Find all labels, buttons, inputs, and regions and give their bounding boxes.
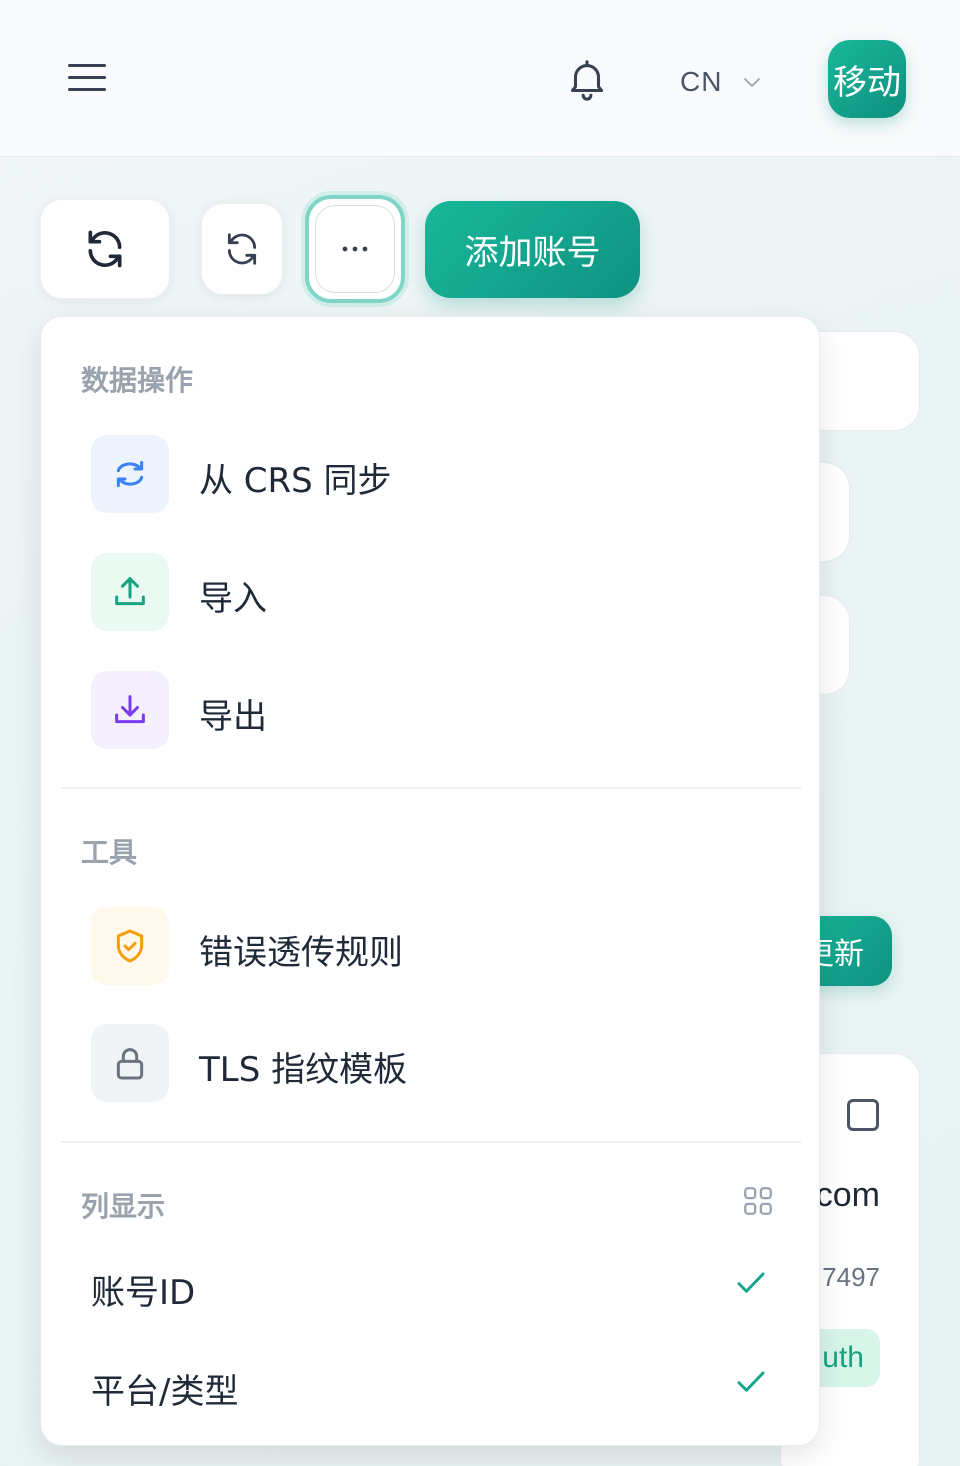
- section-title-columns: 列显示: [81, 1190, 166, 1223]
- menu-label: TLS 指纹模板: [199, 1050, 408, 1090]
- column-toggle-platform-type[interactable]: 平台/类型: [61, 1344, 801, 1434]
- checkmark-icon: [737, 1272, 765, 1293]
- ellipsis-icon: [342, 246, 368, 252]
- more-actions-dropdown: 数据操作 从 CRS 同步 导入 导出 工具 错误透传规则 TLS 指纹模板 列…: [40, 316, 820, 1446]
- refresh-icon: [88, 230, 122, 268]
- more-actions-button[interactable]: [305, 195, 405, 303]
- avatar[interactable]: 移动: [828, 40, 906, 118]
- refresh-button[interactable]: [40, 199, 170, 299]
- section-title-tools: 工具: [81, 836, 138, 869]
- column-label: 平台/类型: [91, 1372, 239, 1412]
- shield-check-icon: [91, 907, 169, 985]
- menu-divider: [61, 1141, 801, 1143]
- more-actions-inner: [315, 205, 395, 293]
- menu-label: 从 CRS 同步: [199, 461, 392, 501]
- top-bar: CN 移动: [0, 0, 960, 157]
- menu-label: 导入: [199, 579, 267, 619]
- menu-label: 错误透传规则: [199, 933, 403, 973]
- add-account-button[interactable]: 添加账号: [425, 201, 640, 298]
- checkmark-icon: [737, 1371, 765, 1392]
- auto-refresh-button[interactable]: [201, 203, 283, 295]
- menu-divider: [61, 787, 801, 789]
- upload-icon: [91, 553, 169, 631]
- menu-label: 导出: [199, 697, 267, 737]
- column-toggle-account-id[interactable]: 账号ID: [61, 1245, 801, 1335]
- sync-icon: [91, 435, 169, 513]
- lock-icon: [91, 1024, 169, 1102]
- menu-item-import[interactable]: 导入: [61, 543, 801, 643]
- row-checkbox[interactable]: [847, 1099, 879, 1131]
- hamburger-menu-icon[interactable]: [68, 62, 108, 94]
- menu-item-export[interactable]: 导出: [61, 661, 801, 761]
- menu-item-error-passthrough[interactable]: 错误透传规则: [61, 897, 801, 997]
- refresh-icon: [227, 233, 257, 265]
- menu-item-sync-crs[interactable]: 从 CRS 同步: [61, 425, 801, 525]
- language-selector[interactable]: CN: [680, 62, 764, 102]
- download-icon: [91, 671, 169, 749]
- language-label: CN: [680, 66, 723, 97]
- bell-icon[interactable]: [564, 54, 610, 104]
- section-title-data-ops: 数据操作: [81, 364, 194, 397]
- grid-icon: [744, 1187, 772, 1215]
- column-label: 账号ID: [91, 1273, 196, 1313]
- chevron-down-icon: [744, 78, 761, 88]
- menu-item-tls-fingerprint[interactable]: TLS 指纹模板: [61, 1014, 801, 1114]
